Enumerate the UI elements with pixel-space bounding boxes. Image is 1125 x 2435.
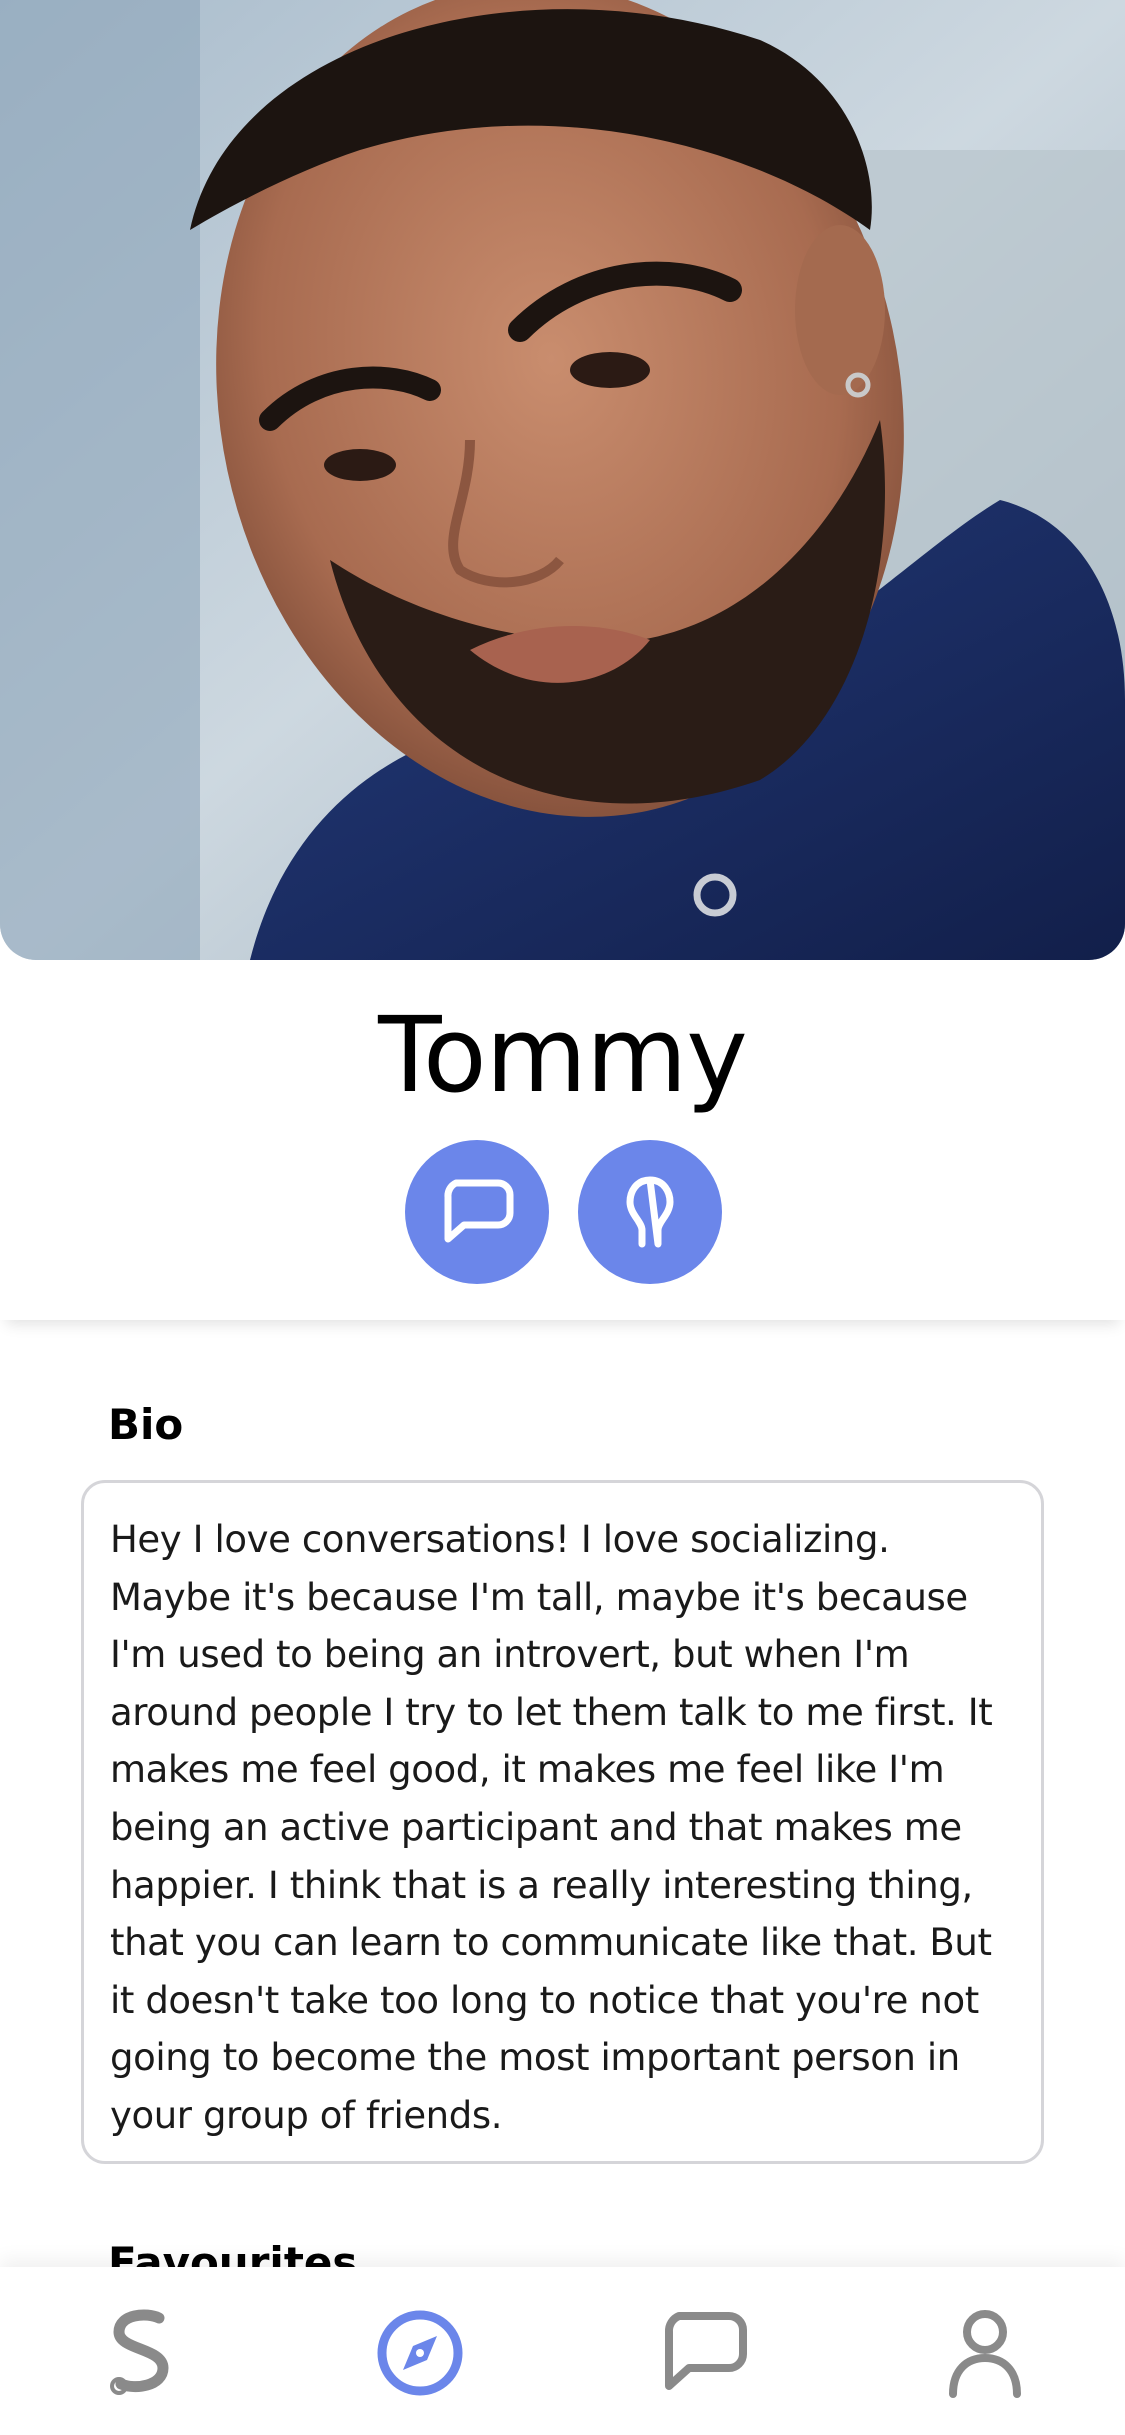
- nav-profile[interactable]: [935, 2303, 1035, 2403]
- chat-bubble-icon: [664, 2312, 747, 2390]
- nav-home[interactable]: [90, 2303, 190, 2403]
- compass-icon: [377, 2310, 463, 2396]
- app-logo-icon: [110, 2309, 169, 2395]
- profile-name: Tommy: [378, 994, 748, 1116]
- message-button[interactable]: [405, 1140, 549, 1284]
- bottom-nav: [0, 2267, 1125, 2435]
- chat-bubble-icon: [444, 1179, 514, 1243]
- profile-photo: [0, 0, 1125, 960]
- bio-text: Hey I love conversations! I love sociali…: [81, 1480, 1044, 2164]
- profile-header: Tommy: [0, 960, 1125, 1320]
- nav-messages[interactable]: [654, 2303, 754, 2403]
- user-icon: [949, 2310, 1021, 2398]
- profile-page: Tommy Bio Hey I love conversations! I lo…: [0, 0, 1125, 2435]
- location-button[interactable]: [578, 1140, 722, 1284]
- location-pin-icon: [626, 1176, 674, 1248]
- bio-heading: Bio: [108, 1400, 184, 1449]
- profile-photo-illustration: [0, 0, 1125, 960]
- nav-explore[interactable]: [370, 2303, 470, 2403]
